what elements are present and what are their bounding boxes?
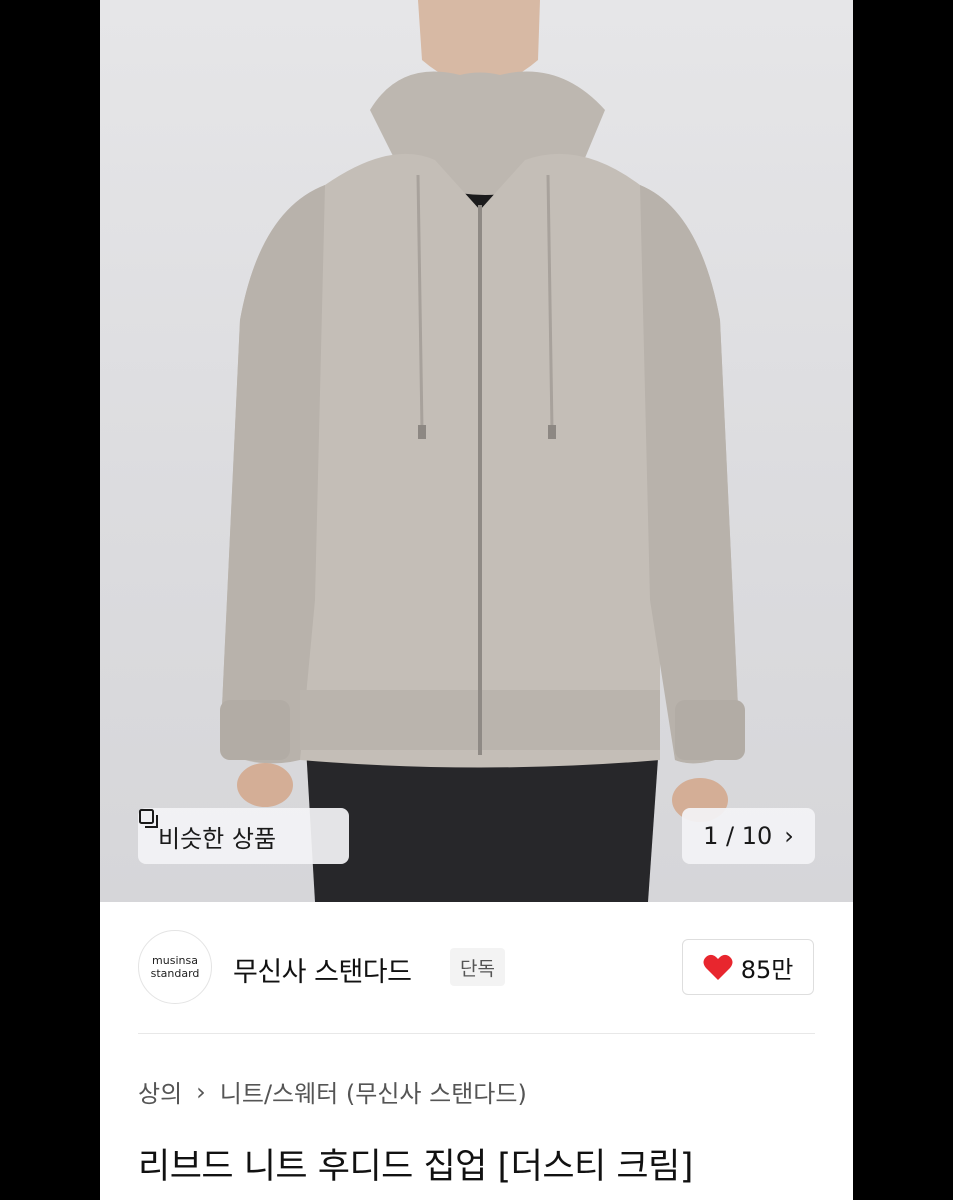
brand-logo-line1: musinsa xyxy=(152,954,198,967)
product-image xyxy=(220,0,745,902)
like-button[interactable]: 85만 xyxy=(682,939,814,995)
similar-products-button[interactable]: 비슷한 상품 xyxy=(138,808,349,864)
brand-logo[interactable]: musinsa standard xyxy=(138,930,212,1004)
product-title: 리브드 니트 후디드 집업 [더스티 크림] xyxy=(138,1147,693,1187)
breadcrumb-subcategory[interactable]: 니트/스웨터 (무신사 스탠다드) xyxy=(220,1074,527,1109)
exclusive-badge: 단독 xyxy=(450,948,505,986)
brand-logo-line2: standard xyxy=(150,967,200,980)
product-photo[interactable]: 비슷한 상품 1 / 10 › xyxy=(100,0,853,902)
brand-row: musinsa standard 무신사 스탠다드 단독 85만 xyxy=(138,928,815,1008)
image-counter: 1 / 10 xyxy=(703,822,773,850)
similar-products-label: 비슷한 상품 xyxy=(158,824,277,853)
product-screen: 비슷한 상품 1 / 10 › musinsa standard 무신사 스탠다… xyxy=(100,0,853,1200)
copy-squares-icon xyxy=(139,809,158,828)
chevron-right-icon: › xyxy=(196,1077,206,1106)
breadcrumb-category[interactable]: 상의 xyxy=(138,1074,182,1109)
chevron-right-icon: › xyxy=(784,822,794,850)
breadcrumb: 상의 › 니트/스웨터 (무신사 스탠다드) xyxy=(138,1074,527,1109)
heart-icon xyxy=(703,954,733,980)
brand-name[interactable]: 무신사 스탠다드 xyxy=(233,950,412,989)
divider xyxy=(138,1033,815,1034)
image-counter-button[interactable]: 1 / 10 › xyxy=(682,808,815,864)
like-count: 85만 xyxy=(740,955,794,984)
